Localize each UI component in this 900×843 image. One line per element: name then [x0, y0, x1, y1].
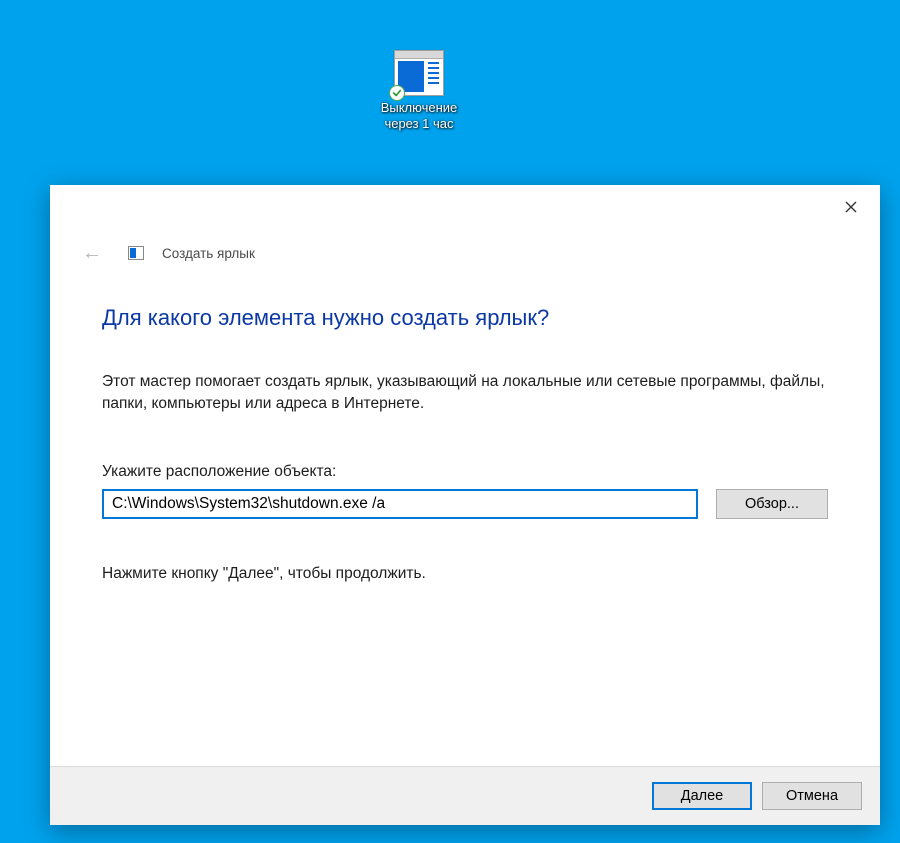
shortcut-label: Выключение через 1 час	[365, 100, 473, 132]
path-input[interactable]	[102, 489, 698, 519]
dialog-heading: Для какого элемента нужно создать ярлык?	[102, 305, 828, 331]
next-button[interactable]: Далее	[652, 782, 752, 810]
checkmark-icon	[389, 85, 405, 101]
desktop-shortcut[interactable]: Выключение через 1 час	[365, 50, 473, 132]
create-shortcut-dialog: ← Создать ярлык Для какого элемента нужн…	[50, 185, 880, 825]
browse-button[interactable]: Обзор...	[716, 489, 828, 519]
wizard-icon	[128, 246, 144, 260]
shortcut-icon	[394, 50, 444, 96]
hint-text: Нажмите кнопку "Далее", чтобы продолжить…	[102, 565, 828, 583]
path-label: Укажите расположение объекта:	[102, 463, 828, 481]
dialog-footer: Далее Отмена	[50, 766, 880, 825]
close-button[interactable]	[828, 191, 874, 223]
wizard-title: Создать ярлык	[162, 246, 255, 261]
back-button[interactable]: ←	[78, 241, 106, 265]
cancel-button[interactable]: Отмена	[762, 782, 862, 810]
dialog-description: Этот мастер помогает создать ярлык, указ…	[102, 371, 828, 415]
